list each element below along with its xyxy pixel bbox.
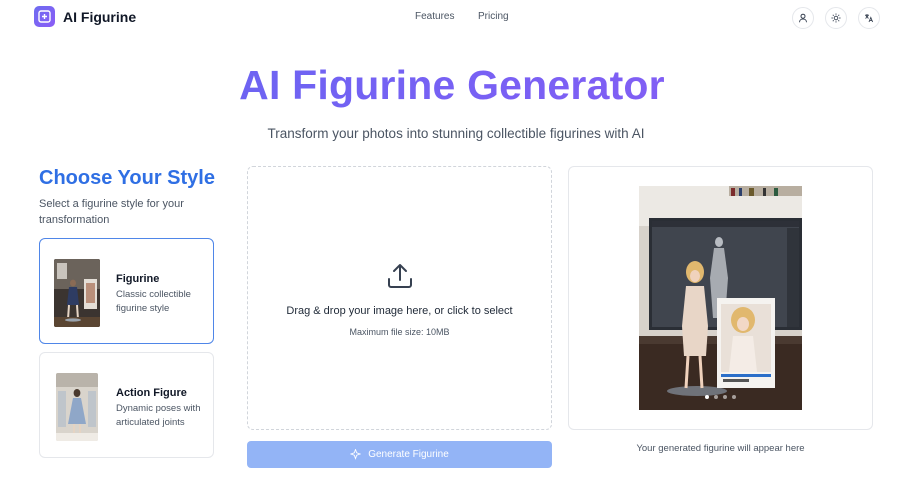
upload-icon: [388, 264, 412, 288]
account-button[interactable]: [792, 7, 814, 29]
dropzone-prompt: Drag & drop your image here, or click to…: [286, 305, 513, 317]
carousel-dots: [639, 395, 802, 399]
sun-icon: [831, 13, 841, 23]
figurine-thumbnail: [54, 259, 100, 327]
style-option-figurine[interactable]: Figurine Classic collectible figurine st…: [39, 238, 214, 344]
generate-button-label: Generate Figurine: [368, 449, 449, 460]
style-option-action-figure[interactable]: Action Figure Dynamic poses with articul…: [39, 352, 214, 458]
action-figure-thumbnail: [56, 373, 98, 441]
carousel-dot[interactable]: [714, 395, 718, 399]
style-option-name: Figurine: [116, 273, 160, 285]
carousel-dot[interactable]: [705, 395, 709, 399]
language-button[interactable]: [858, 7, 880, 29]
style-section-description: Select a figurine style for your transfo…: [39, 198, 184, 226]
app-name: AI Figurine: [63, 8, 137, 25]
logo-icon: [34, 6, 55, 27]
style-section-title: Choose Your Style: [39, 167, 215, 189]
preview-image: [639, 186, 802, 410]
page-title: AI Figurine Generator: [0, 62, 904, 109]
carousel-dot[interactable]: [723, 395, 727, 399]
theme-toggle-button[interactable]: [825, 7, 847, 29]
page-subtitle: Transform your photos into stunning coll…: [267, 126, 645, 141]
nav-pricing[interactable]: Pricing: [478, 11, 509, 22]
logo[interactable]: AI Figurine: [34, 6, 136, 27]
generate-button[interactable]: Generate Figurine: [247, 441, 552, 468]
style-option-name: Action Figure: [116, 387, 187, 399]
translate-icon: [865, 14, 874, 23]
user-icon: [799, 13, 807, 23]
image-dropzone[interactable]: Drag & drop your image here, or click to…: [247, 166, 552, 430]
preview-caption: Your generated figurine will appear here: [636, 443, 805, 454]
carousel-dot[interactable]: [732, 395, 736, 399]
sparkle-icon: [350, 449, 362, 460]
nav-features[interactable]: Features: [415, 11, 454, 22]
dropzone-limit: Maximum file size: 10MB: [349, 327, 450, 337]
style-option-description: Dynamic poses with articulated joints: [116, 403, 201, 428]
preview-panel: [568, 166, 873, 430]
style-option-description: Classic collectible figurine style: [116, 289, 191, 314]
